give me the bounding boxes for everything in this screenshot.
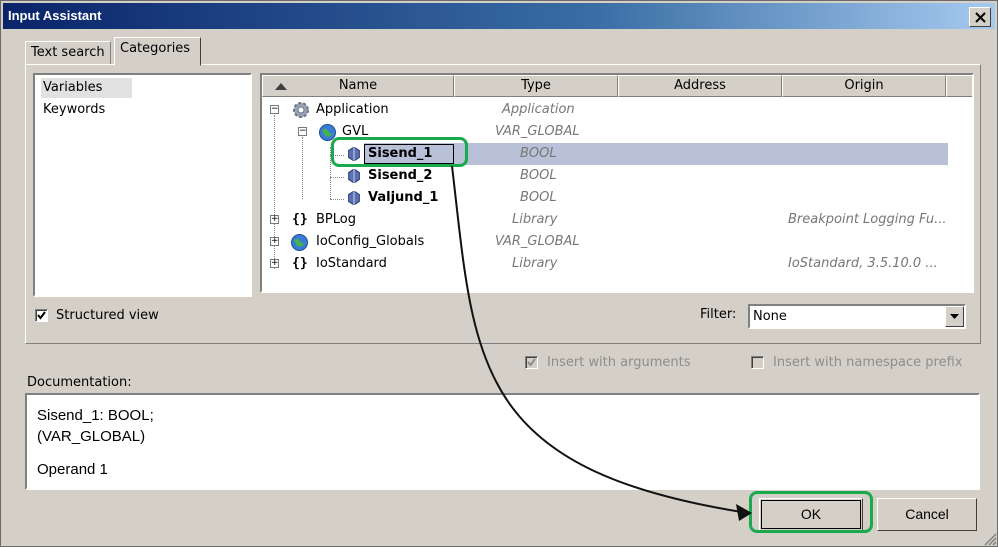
documentation-line: Sisend_1: BOOL; (37, 407, 154, 424)
expand-icon[interactable]: + (270, 259, 279, 268)
variable-icon (347, 168, 361, 187)
tree-row-type: Library (512, 212, 558, 227)
structured-view-label: Structured view (56, 308, 159, 323)
expand-icon[interactable]: + (270, 237, 279, 246)
column-header-label: Name (338, 78, 378, 93)
tree-row-gvl[interactable]: − GVL VAR_GLOBAL (262, 121, 972, 143)
tree-row-ioconfig-globals[interactable]: + IoConfig_Globals VAR_GLOBAL (262, 231, 972, 253)
category-item-keywords[interactable]: Keywords (41, 100, 107, 120)
variable-icon (347, 190, 361, 209)
documentation-line: Operand 1 (37, 461, 108, 478)
tree-row-iostandard[interactable]: + {} IoStandard Library IoStandard, 3.5.… (262, 253, 972, 275)
category-list: Variables Keywords (33, 73, 252, 297)
resize-grip-icon[interactable] (983, 532, 997, 546)
braces-icon: {} (292, 256, 308, 271)
category-label: Variables (43, 80, 103, 95)
ok-button-label: OK (800, 506, 822, 522)
title-bar[interactable]: Input Assistant (3, 3, 995, 29)
tree-row-name: GVL (342, 124, 369, 139)
column-header-origin[interactable]: Origin (782, 75, 946, 97)
tree-row-name: IoConfig_Globals (316, 234, 425, 249)
chevron-down-icon (950, 314, 959, 319)
tree-row-sisend-2[interactable]: Sisend_2 BOOL (262, 165, 972, 187)
tree-row-type: Application (502, 102, 575, 117)
sort-ascending-icon (275, 83, 287, 90)
insert-with-namespace-prefix-checkbox[interactable] (751, 356, 764, 369)
collapse-icon[interactable]: − (298, 127, 307, 136)
column-header-label: Type (521, 78, 551, 93)
tree-row-name: IoStandard (316, 256, 387, 271)
filter-dropdown[interactable]: None (748, 304, 966, 329)
tree-row-type: BOOL (520, 146, 557, 161)
collapse-icon[interactable]: − (270, 105, 279, 114)
insert-with-arguments-checkbox[interactable] (525, 356, 538, 369)
column-header-label: Origin (844, 78, 884, 93)
variable-icon (347, 146, 361, 165)
tree-row-name: Sisend_1 (364, 144, 454, 164)
dropdown-button[interactable] (945, 306, 964, 327)
category-label: Keywords (43, 102, 106, 117)
tab-text-search[interactable]: Text search (25, 41, 111, 65)
braces-icon: {} (292, 212, 308, 227)
tab-categories-label: Categories (120, 41, 191, 56)
tab-text-search-label: Text search (31, 45, 105, 60)
tree-row-type: VAR_GLOBAL (495, 124, 580, 139)
checkmark-icon (527, 358, 536, 367)
structured-view-checkbox[interactable] (35, 309, 48, 322)
tree-row-type: BOOL (520, 190, 557, 205)
tree-row-name: Application (316, 102, 389, 117)
gear-icon (292, 101, 310, 123)
column-header-name[interactable]: Name (262, 75, 454, 97)
tree-row-type: Library (512, 256, 558, 271)
close-icon (975, 12, 986, 23)
tree-row-valjund-1[interactable]: Valjund_1 BOOL (262, 187, 972, 209)
close-button[interactable] (969, 7, 991, 27)
tree-row-origin: IoStandard, 3.5.10.0 ... (788, 256, 938, 271)
input-assistant-dialog: Input Assistant Text search Categories V… (0, 0, 998, 547)
expand-icon[interactable]: + (270, 215, 279, 224)
ok-button[interactable]: OK (759, 498, 863, 531)
tree-row-type: BOOL (520, 168, 557, 183)
tree-row-type: VAR_GLOBAL (495, 234, 580, 249)
tree-row-origin: Breakpoint Logging Fu... (788, 212, 947, 227)
cancel-button-label: Cancel (905, 506, 949, 522)
column-header-address[interactable]: Address (618, 75, 782, 97)
insert-with-namespace-prefix-label: Insert with namespace prefix (773, 355, 963, 370)
column-header-type[interactable]: Type (454, 75, 618, 97)
symbol-tree-table: Name Type Address Origin − Application A… (260, 73, 974, 293)
documentation-label: Documentation: (27, 375, 132, 390)
cancel-button[interactable]: Cancel (877, 498, 977, 531)
tree-row-application[interactable]: − Application Application (262, 99, 972, 121)
filter-value: None (753, 309, 787, 324)
category-item-variables[interactable]: Variables (41, 78, 132, 98)
filter-label: Filter: (700, 307, 737, 322)
column-header-label: Address (674, 78, 726, 93)
insert-with-arguments-label: Insert with arguments (547, 355, 691, 370)
tree-row-name: BPLog (316, 212, 356, 227)
checkmark-icon (37, 311, 46, 320)
window-title: Input Assistant (8, 8, 102, 23)
tab-categories[interactable]: Categories (114, 37, 201, 66)
column-header-filler (946, 75, 972, 97)
tree-row-bplog[interactable]: + {} BPLog Library Breakpoint Logging Fu… (262, 209, 972, 231)
tree-row-name: Valjund_1 (368, 190, 439, 205)
tree-row-sisend-1[interactable]: Sisend_1 BOOL (262, 143, 972, 165)
tree-row-name: Sisend_2 (368, 168, 433, 183)
documentation-line: (VAR_GLOBAL) (37, 428, 146, 445)
documentation-box: Sisend_1: BOOL; (VAR_GLOBAL) Operand 1 (25, 393, 980, 490)
